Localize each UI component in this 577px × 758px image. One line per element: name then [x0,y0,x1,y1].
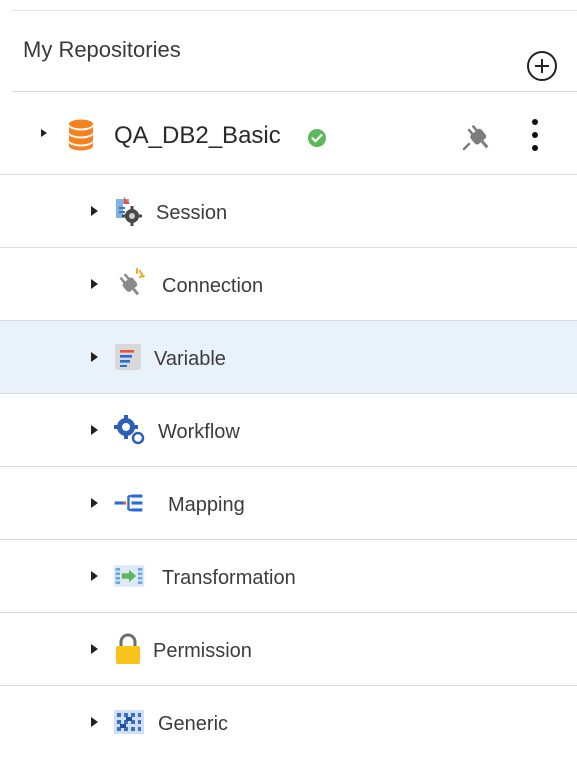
workflow-icon [114,415,145,445]
kebab-dot [532,145,538,151]
tree-item-label: Session [156,202,228,224]
expand-caret-icon[interactable] [91,571,98,581]
expand-caret-icon[interactable] [91,717,98,727]
tree-item-session[interactable]: Session [0,174,577,247]
connected-check-icon [308,129,326,147]
page-title: My Repositories [23,37,181,62]
expand-caret-icon[interactable] [91,498,98,508]
repository-name[interactable]: QA_DB2_Basic [114,122,281,150]
tree-item-permission[interactable]: Permission [0,612,577,685]
tree-item-variable[interactable]: Variable [0,320,577,393]
expand-caret-icon[interactable] [91,206,98,216]
session-icon [116,197,142,226]
database-icon [69,119,93,151]
repositories-header: My Repositories [0,11,577,91]
tree-item-generic[interactable]: Generic [0,685,577,758]
repository-row[interactable]: QA_DB2_Basic [0,92,577,174]
repository-menu-button[interactable] [524,117,546,155]
tree-item-label: Connection [162,275,264,297]
plug-icon[interactable] [460,119,498,153]
tree-item-label: Mapping [168,494,245,516]
mapping-icon [114,494,143,512]
tree-item-label: Permission [153,640,252,662]
tree-item-label: Workflow [158,421,240,443]
expand-caret-icon[interactable] [41,129,47,137]
expand-caret-icon[interactable] [91,644,98,654]
lock-icon [116,633,140,664]
repository-tree: Session Connection Variable Workflow Map… [0,174,577,758]
connection-plug-icon [119,268,145,296]
tree-item-label: Variable [154,348,226,370]
expand-caret-icon[interactable] [91,352,98,362]
add-repository-button[interactable] [527,51,557,81]
expand-caret-icon[interactable] [91,425,98,435]
kebab-dot [532,132,538,138]
tree-item-workflow[interactable]: Workflow [0,393,577,466]
transformation-icon [113,565,145,587]
generic-icon [114,710,144,734]
tree-item-connection[interactable]: Connection [0,247,577,320]
kebab-menu-icon [532,119,538,125]
tree-item-label: Transformation [162,567,296,589]
tree-item-transformation[interactable]: Transformation [0,539,577,612]
expand-caret-icon[interactable] [91,279,98,289]
variable-icon [115,344,141,370]
tree-item-mapping[interactable]: Mapping [0,466,577,539]
tree-item-label: Generic [158,713,229,735]
